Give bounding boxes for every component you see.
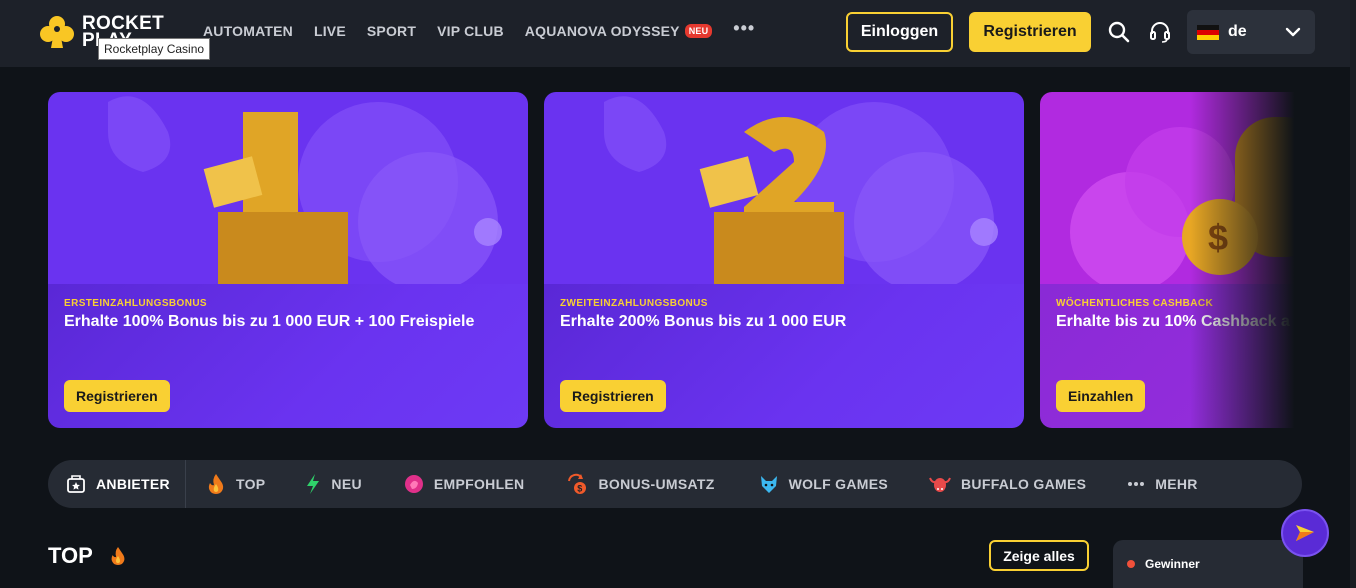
category-label: BUFFALO GAMES [961,476,1087,492]
nav-more-button[interactable]: ••• [733,18,755,39]
category-recommended[interactable]: EMPFOHLEN [404,474,525,494]
category-top[interactable]: TOP [206,473,265,495]
promo-register-button[interactable]: Registrieren [560,380,666,412]
category-new[interactable]: NEU [305,473,362,495]
buffalo-icon [929,477,951,492]
club-logo-icon [40,16,74,48]
category-label: ANBIETER [96,476,170,492]
promo-card-body: ERSTEINZAHLUNGSBONUS Erhalte 100% Bonus … [48,284,528,428]
carousel-fade [1190,92,1300,428]
category-label: WOLF GAMES [788,476,889,492]
more-dots-icon [1128,482,1145,486]
promo-kicker: ZWEITEINZAHLUNGSBONUS [560,298,708,309]
gold-number-two-illustration [544,92,1024,284]
section-title: TOP [48,543,127,569]
promo-kicker: ERSTEINZAHLUNGSBONUS [64,298,208,309]
lightning-icon [307,474,320,494]
gold-number-one-illustration [48,92,528,284]
promo-card-first-deposit[interactable]: ERSTEINZAHLUNGSBONUS Erhalte 100% Bonus … [48,92,528,428]
promo-title: Erhalte 200% Bonus bis zu 1 000 EUR [560,313,847,330]
new-badge: NEU [684,23,713,38]
nav-live[interactable]: LIVE [314,23,346,39]
language-code: de [1228,23,1247,40]
play-arrow-icon [1296,525,1314,541]
category-label: EMPFOHLEN [433,476,525,492]
category-label: TOP [235,476,266,492]
category-buffalo-games[interactable]: BUFFALO GAMES [929,474,1086,494]
language-selector[interactable]: de [1187,10,1315,54]
category-providers[interactable]: ANBIETER [48,460,186,508]
german-flag-icon [1197,24,1219,40]
headset-support-icon[interactable] [1148,20,1172,44]
svg-text:$: $ [578,484,583,494]
chevron-down-icon [1285,27,1301,37]
promo-deposit-button[interactable]: Einzahlen [1056,380,1146,412]
nav-automaten[interactable]: AUTOMATEN [203,23,293,39]
category-more[interactable]: MEHR [1127,476,1197,492]
winners-panel[interactable]: Gewinner [1113,540,1303,588]
promo-title: Erhalte 100% Bonus bis zu 1 000 EUR + 10… [64,313,475,330]
category-bar: ANBIETER TOP NEU EMPFOHLEN $ BONUS-UMSAT… [48,460,1302,508]
category-label: BONUS-UMSATZ [598,476,715,492]
page-scrollbar[interactable] [1350,0,1356,588]
show-all-button[interactable]: Zeige alles [989,540,1089,571]
nav-vip-club[interactable]: VIP CLUB [437,23,504,39]
promo-register-button[interactable]: Registrieren [64,380,170,412]
promo-launcher-button[interactable] [1281,509,1329,557]
section-title-text: TOP [48,543,93,568]
category-bonus-wager[interactable]: $ BONUS-UMSATZ [566,473,714,495]
category-label: NEU [331,476,362,492]
bonus-wager-icon: $ [568,473,587,494]
search-icon[interactable] [1107,20,1131,44]
star-box-icon [67,475,85,493]
fire-icon [111,547,125,565]
register-button[interactable]: Registrieren [969,12,1091,52]
live-dot-icon [1127,560,1135,568]
winners-label: Gewinner [1145,557,1200,571]
fire-icon [208,474,224,494]
logo-tooltip: Rocketplay Casino [98,38,211,60]
promo-card-second-deposit[interactable]: ZWEITEINZAHLUNGSBONUS Erhalte 200% Bonus… [544,92,1024,428]
category-wolf-games[interactable]: WOLF GAMES [759,474,888,494]
recommended-icon [404,475,423,493]
promo-card-body: ZWEITEINZAHLUNGSBONUS Erhalte 200% Bonus… [544,284,1024,428]
main-nav: AUTOMATEN LIVE SPORT VIP CLUB AQUANOVA O… [203,18,755,39]
nav-aquanova-label: AQUANOVA ODYSSEY [524,22,680,39]
category-label: MEHR [1155,476,1198,492]
wolf-icon [760,476,777,493]
nav-aquanova-odyssey[interactable]: AQUANOVA ODYSSEY NEU [525,23,713,39]
promo-carousel: ERSTEINZAHLUNGSBONUS Erhalte 100% Bonus … [48,92,1300,428]
login-button[interactable]: Einloggen [846,12,953,52]
nav-sport[interactable]: SPORT [367,23,416,39]
